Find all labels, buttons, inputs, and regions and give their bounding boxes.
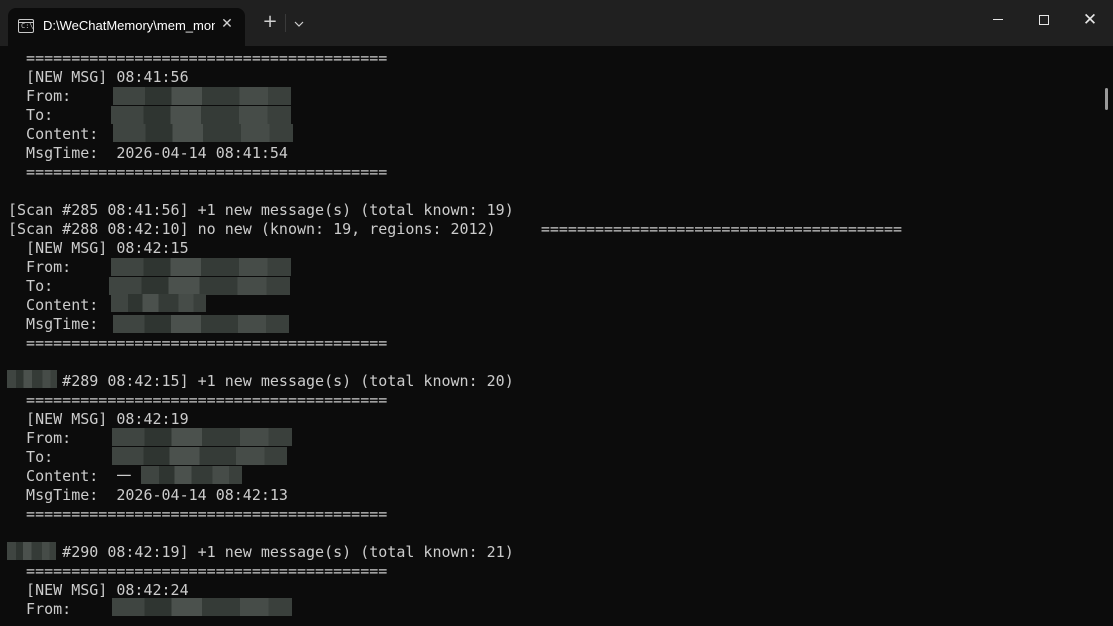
close-window-button[interactable]: ✕	[1067, 0, 1113, 40]
terminal-line: [Scan #285 08:41:56] +1 new message(s) (…	[8, 201, 514, 219]
terminal-line: From:	[8, 258, 72, 276]
redacted-block	[112, 428, 292, 446]
terminal-tab[interactable]: C:\ D:\WeChatMemory\mem_mon ✕	[8, 8, 245, 46]
redacted-block	[113, 87, 291, 105]
terminal-line: Content:	[8, 125, 99, 143]
terminal-line: [NEW MSG] 08:41:56	[8, 68, 189, 86]
redacted-block	[113, 315, 289, 333]
terminal-line: From:	[8, 87, 72, 105]
terminal-line: From:	[8, 600, 72, 618]
terminal-icon: C:\	[18, 19, 34, 33]
scrollbar-thumb[interactable]	[1105, 88, 1108, 110]
tab-title: D:\WeChatMemory\mem_mon	[43, 18, 215, 33]
new-tab-button[interactable]: +	[257, 9, 283, 37]
redacted-block	[7, 542, 56, 560]
terminal-line: ========================================	[8, 49, 388, 67]
redacted-block	[111, 258, 291, 276]
terminal-line: To:	[8, 106, 54, 124]
minimize-button[interactable]	[975, 0, 1021, 40]
terminal-line: ========================================	[8, 391, 388, 409]
terminal-line: ========================================	[8, 505, 388, 523]
redacted-block	[7, 370, 57, 388]
terminal-line: To:	[8, 448, 54, 466]
terminal-line: Content: 一	[8, 467, 132, 485]
terminal-line: ========================================	[8, 163, 388, 181]
redacted-block	[111, 294, 206, 312]
chevron-down-icon[interactable]	[288, 9, 310, 37]
toolbar-divider	[285, 14, 286, 32]
close-tab-icon[interactable]: ✕	[215, 13, 239, 37]
redacted-block	[109, 277, 290, 295]
terminal-output[interactable]: ========================================…	[0, 46, 1113, 626]
terminal-line: #289 08:42:15] +1 new message(s) (total …	[8, 372, 514, 390]
redacted-block	[141, 466, 242, 484]
terminal-line: [Scan #288 08:42:10] no new (known: 19, …	[8, 220, 903, 238]
redacted-block	[111, 106, 291, 124]
redacted-block	[112, 447, 287, 465]
terminal-line: [NEW MSG] 08:42:19	[8, 410, 189, 428]
redacted-block	[112, 598, 292, 616]
terminal-line: [NEW MSG] 08:42:15	[8, 239, 189, 257]
terminal-line: MsgTime: 2026-04-14 08:42:13	[8, 486, 288, 504]
redacted-block	[113, 124, 293, 142]
maximize-button[interactable]	[1021, 0, 1067, 40]
terminal-line: ========================================	[8, 562, 388, 580]
terminal-line: From:	[8, 429, 72, 447]
terminal-line: Content:	[8, 296, 99, 314]
terminal-line: MsgTime: 2026-04-14 08:41:54	[8, 144, 288, 162]
terminal-line: MsgTime:	[8, 315, 99, 333]
terminal-line: ========================================	[8, 334, 388, 352]
terminal-line: To:	[8, 277, 54, 295]
title-bar: C:\ D:\WeChatMemory\mem_mon ✕ + ✕	[0, 0, 1113, 46]
terminal-line: #290 08:42:19] +1 new message(s) (total …	[8, 543, 514, 561]
